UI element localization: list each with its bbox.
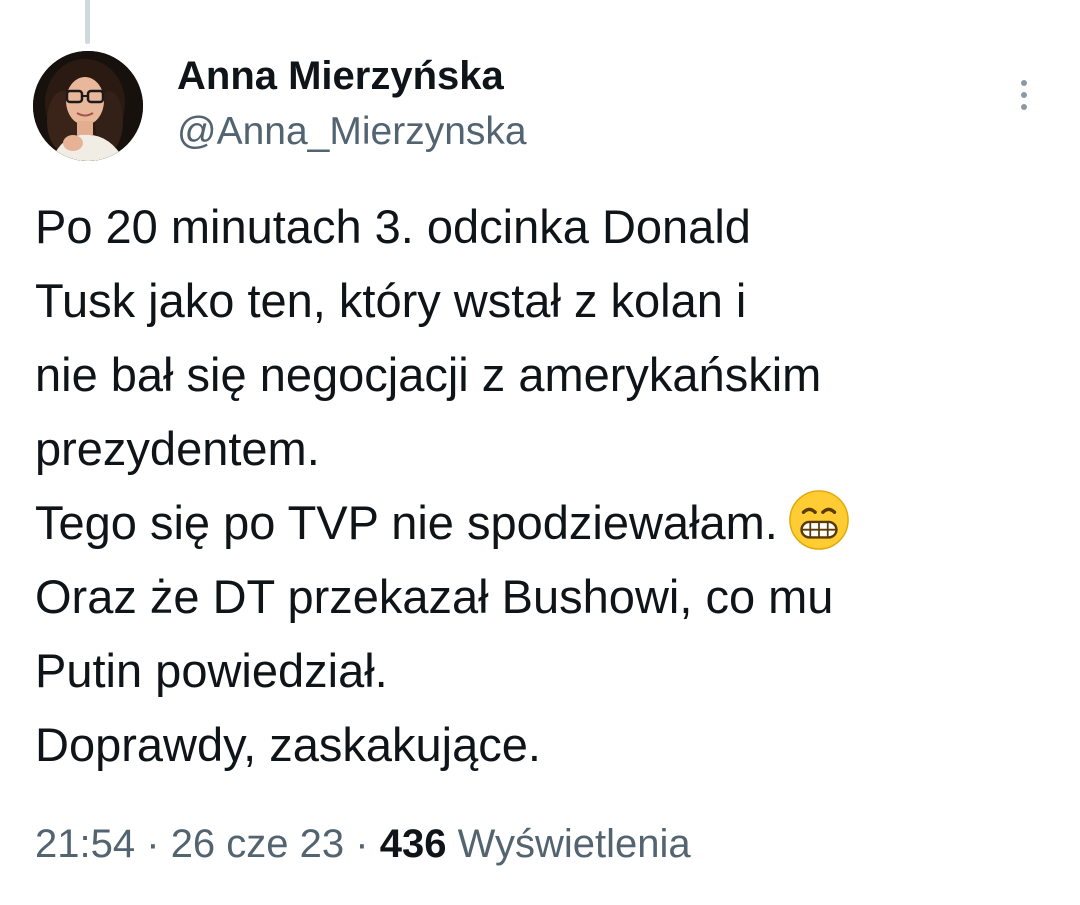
vertical-ellipsis-icon [1021,80,1027,86]
tweet-text-line: Tusk jako ten, który wstał z kolan i [35,274,747,327]
more-options-button[interactable] [1004,70,1044,120]
avatar[interactable] [33,51,143,161]
tweet-text-line: Putin powiedział. [35,644,388,697]
tweet-text-line: Po 20 minutach 3. odcinka Donald [35,200,751,253]
tweet-text-line: Oraz że DT przekazał Bushowi, co mu [35,570,834,623]
tweet-text-line-with-emoji: Tego się po TVP nie spodziewałam. [35,486,1055,560]
tweet-meta: 21:54 · 26 cze 23 · 436 Wyświetlenia [35,818,691,870]
meta-separator: · [146,822,160,866]
vertical-ellipsis-icon-dot [1021,92,1027,98]
tweet-text-line: nie bał się negocjacji z amerykańskim [35,348,822,401]
profile-photo-icon [33,51,143,161]
tweet-text: Po 20 minutach 3. odcinka Donald Tusk ja… [35,190,1055,782]
views-count[interactable]: 436 [380,822,447,866]
views-label[interactable]: Wyświetlenia [458,822,691,866]
tweet-author[interactable]: Anna Mierzyńska @Anna_Mierzynska [177,52,527,156]
grinning-face-emoji-icon [789,490,849,550]
author-display-name[interactable]: Anna Mierzyńska [177,52,527,100]
tweet-text-segment: Tego się po TVP nie spodziewałam. [35,496,778,549]
vertical-ellipsis-icon-dot [1021,104,1027,110]
thread-connector-line [85,0,90,44]
tweet-text-line: prezydentem. [35,422,320,475]
author-handle[interactable]: @Anna_Mierzynska [177,108,527,156]
tweet-date[interactable]: 26 cze 23 [171,822,344,866]
meta-separator: · [355,822,369,866]
tweet-text-line: Doprawdy, zaskakujące. [35,718,541,771]
tweet-time[interactable]: 21:54 [35,822,135,866]
